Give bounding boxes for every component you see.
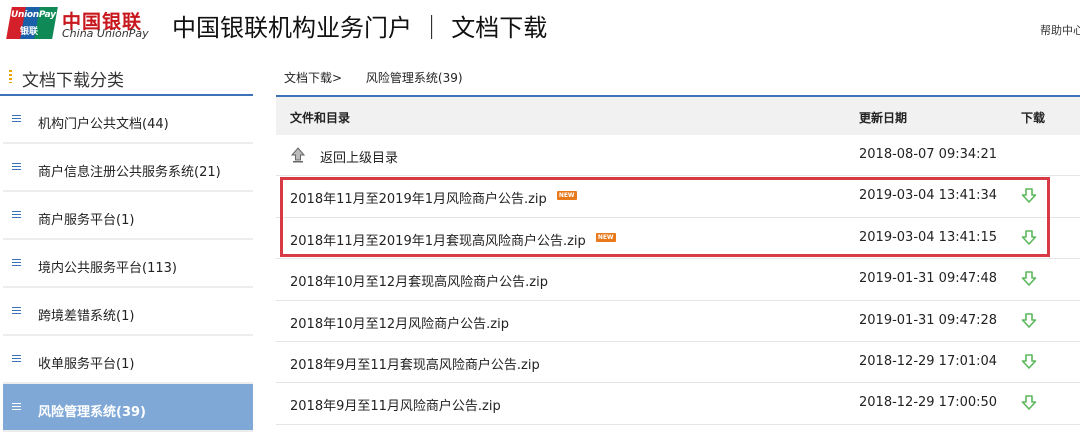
help-center-link[interactable]: 帮助中心 <box>1040 22 1080 38</box>
sidebar-item-label: 收单服务平台(1) <box>38 357 135 372</box>
unionpay-logo[interactable]: UnionPay 银联 <box>6 7 58 39</box>
file-name-link[interactable]: 2018年9月至11月套现高风险商户公告.zip <box>290 354 540 373</box>
list-icon <box>12 115 21 122</box>
table-row: 2018年9月至11月套现高风险商户公告.zip 2018-12-29 17:01… <box>276 342 1080 384</box>
table-row: 2018年9月至11月风险商户公告.zip 2018-12-29 17:00:50 <box>276 383 1080 425</box>
sidebar-item-label: 商户信息注册公共服务系统(21) <box>38 165 221 180</box>
main-content: 文档下载> 风险管理系统(39) 文件和目录 更新日期 下载 返回上级目录 20… <box>276 56 1080 431</box>
sidebar-item-label: 境内公共服务平台(113) <box>38 261 177 276</box>
download-arrow-icon[interactable] <box>1020 353 1038 371</box>
sidebar-item[interactable]: 跨境差错系统(1) <box>3 288 253 336</box>
file-date: 2019-01-31 09:47:48 <box>859 271 998 287</box>
dots-icon <box>9 70 12 83</box>
list-icon <box>12 403 21 410</box>
file-name-link[interactable]: 2018年10月至12月套现高风险商户公告.zip <box>290 271 548 290</box>
download-arrow-icon[interactable] <box>1020 229 1038 247</box>
file-date: 2019-03-04 13:41:34 <box>859 188 998 204</box>
sidebar-item[interactable]: 收单服务平台(1) <box>3 336 253 384</box>
column-header-date: 更新日期 <box>859 111 908 125</box>
file-name-link[interactable]: 2018年10月至12月风险商户公告.zip <box>290 313 509 332</box>
new-badge: NEW <box>556 191 577 201</box>
sidebar-item-label: 风险管理系统(39) <box>38 405 146 420</box>
file-date: 2018-12-29 17:00:50 <box>859 395 998 411</box>
up-arrow-icon <box>290 147 306 163</box>
sidebar-item-label: 机构门户公共文档(44) <box>38 117 169 132</box>
breadcrumb-current: 风险管理系统(39) <box>365 71 463 85</box>
category-sidebar: 文档下载分类 机构门户公共文档(44) 商户信息注册公共服务系统(21) 商户服务平… <box>0 56 253 432</box>
file-name-link[interactable]: 2018年11月至2019年1月风险商户公告.zip NEW <box>290 188 577 207</box>
back-row-date: 2018-08-07 09:34:21 <box>859 147 998 162</box>
breadcrumb: 文档下载> 风险管理系统(39) <box>284 69 483 86</box>
file-date: 2019-01-31 09:47:28 <box>859 312 998 328</box>
file-name-link[interactable]: 2018年9月至11月风险商户公告.zip <box>290 395 501 414</box>
sidebar-header: 文档下载分类 <box>0 56 253 96</box>
file-name-link[interactable]: 2018年11月至2019年1月套现高风险商户公告.zip NEW <box>290 230 616 249</box>
sidebar-item[interactable]: 商户服务平台(1) <box>3 192 253 240</box>
list-icon <box>12 259 21 266</box>
page-title: 中国银联机构业务门户 ｜ 文档下载 <box>172 14 548 42</box>
sidebar-item[interactable]: 境内公共服务平台(113) <box>3 240 253 288</box>
sidebar-title: 文档下载分类 <box>22 71 124 91</box>
logo-text: UnionPay <box>11 10 56 20</box>
back-row[interactable]: 返回上级目录 2018-08-07 09:34:21 <box>276 135 1080 177</box>
sidebar-item-label: 跨境差错系统(1) <box>38 309 135 324</box>
table-row: 2018年10月至12月套现高风险商户公告.zip 2019-01-31 09:4… <box>276 259 1080 301</box>
list-icon <box>12 163 21 170</box>
file-date: 2018-12-29 17:01:04 <box>859 353 998 369</box>
download-arrow-icon[interactable] <box>1020 270 1038 288</box>
column-header-download: 下载 <box>1021 111 1046 125</box>
breadcrumb-root-link[interactable]: 文档下载> <box>284 71 342 85</box>
new-badge: NEW <box>595 232 616 242</box>
page-header: UnionPay 银联 中国银联 China UnionPay 中国银联机构业务… <box>0 0 1080 50</box>
list-icon <box>12 307 21 314</box>
sidebar-item[interactable]: 风险管理系统(39) <box>3 384 253 432</box>
download-arrow-icon[interactable] <box>1020 187 1038 205</box>
table-row: 2018年11月至2019年1月套现高风险商户公告.zip NEW 2019-03-… <box>276 218 1080 260</box>
file-table-body: 返回上级目录 2018-08-07 09:34:21 2018年11月至2019… <box>276 135 1080 425</box>
download-arrow-icon[interactable] <box>1020 394 1038 412</box>
column-header-name: 文件和目录 <box>290 111 351 125</box>
sidebar-item-label: 商户服务平台(1) <box>38 213 135 228</box>
download-arrow-icon[interactable] <box>1020 312 1038 330</box>
sidebar-item[interactable]: 商户信息注册公共服务系统(21) <box>3 144 253 192</box>
sidebar-list: 机构门户公共文档(44) 商户信息注册公共服务系统(21) 商户服务平台(1) 境内公… <box>0 96 253 432</box>
list-icon <box>12 355 21 362</box>
brand-name-en: China UnionPay <box>62 27 149 40</box>
back-label[interactable]: 返回上级目录 <box>320 147 398 166</box>
table-row: 2018年11月至2019年1月风险商户公告.zip NEW 2019-03-04 … <box>276 176 1080 218</box>
table-row: 2018年10月至12月风险商户公告.zip 2019-01-31 09:47:2… <box>276 301 1080 342</box>
list-icon <box>12 211 21 218</box>
logo-text-cn: 银联 <box>20 27 39 37</box>
file-date: 2019-03-04 13:41:15 <box>859 229 998 245</box>
sidebar-item[interactable]: 机构门户公共文档(44) <box>3 96 253 144</box>
table-header: 文件和目录 更新日期 下载 <box>276 97 1080 135</box>
